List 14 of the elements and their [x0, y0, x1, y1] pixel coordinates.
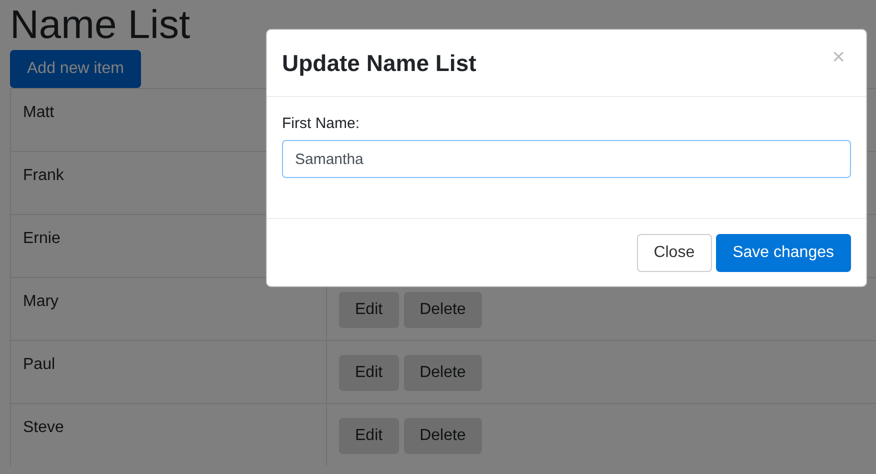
edit-button[interactable]: Edit	[339, 292, 399, 328]
name-cell: Paul	[11, 341, 327, 403]
page-title: Name List	[10, 2, 192, 49]
delete-button[interactable]: Delete	[404, 418, 482, 454]
name-cell: Steve	[11, 404, 327, 466]
modal-title: Update Name List	[282, 50, 476, 76]
first-name-field[interactable]: Samantha	[282, 140, 851, 178]
edit-button[interactable]: Edit	[339, 418, 399, 454]
edit-button[interactable]: Edit	[339, 355, 399, 391]
delete-button[interactable]: Delete	[404, 292, 482, 328]
delete-button[interactable]: Delete	[404, 355, 482, 391]
save-button[interactable]: Save changes	[716, 234, 851, 272]
add-new-item-button[interactable]: Add new item	[10, 50, 141, 88]
close-button[interactable]: Close	[636, 234, 712, 272]
